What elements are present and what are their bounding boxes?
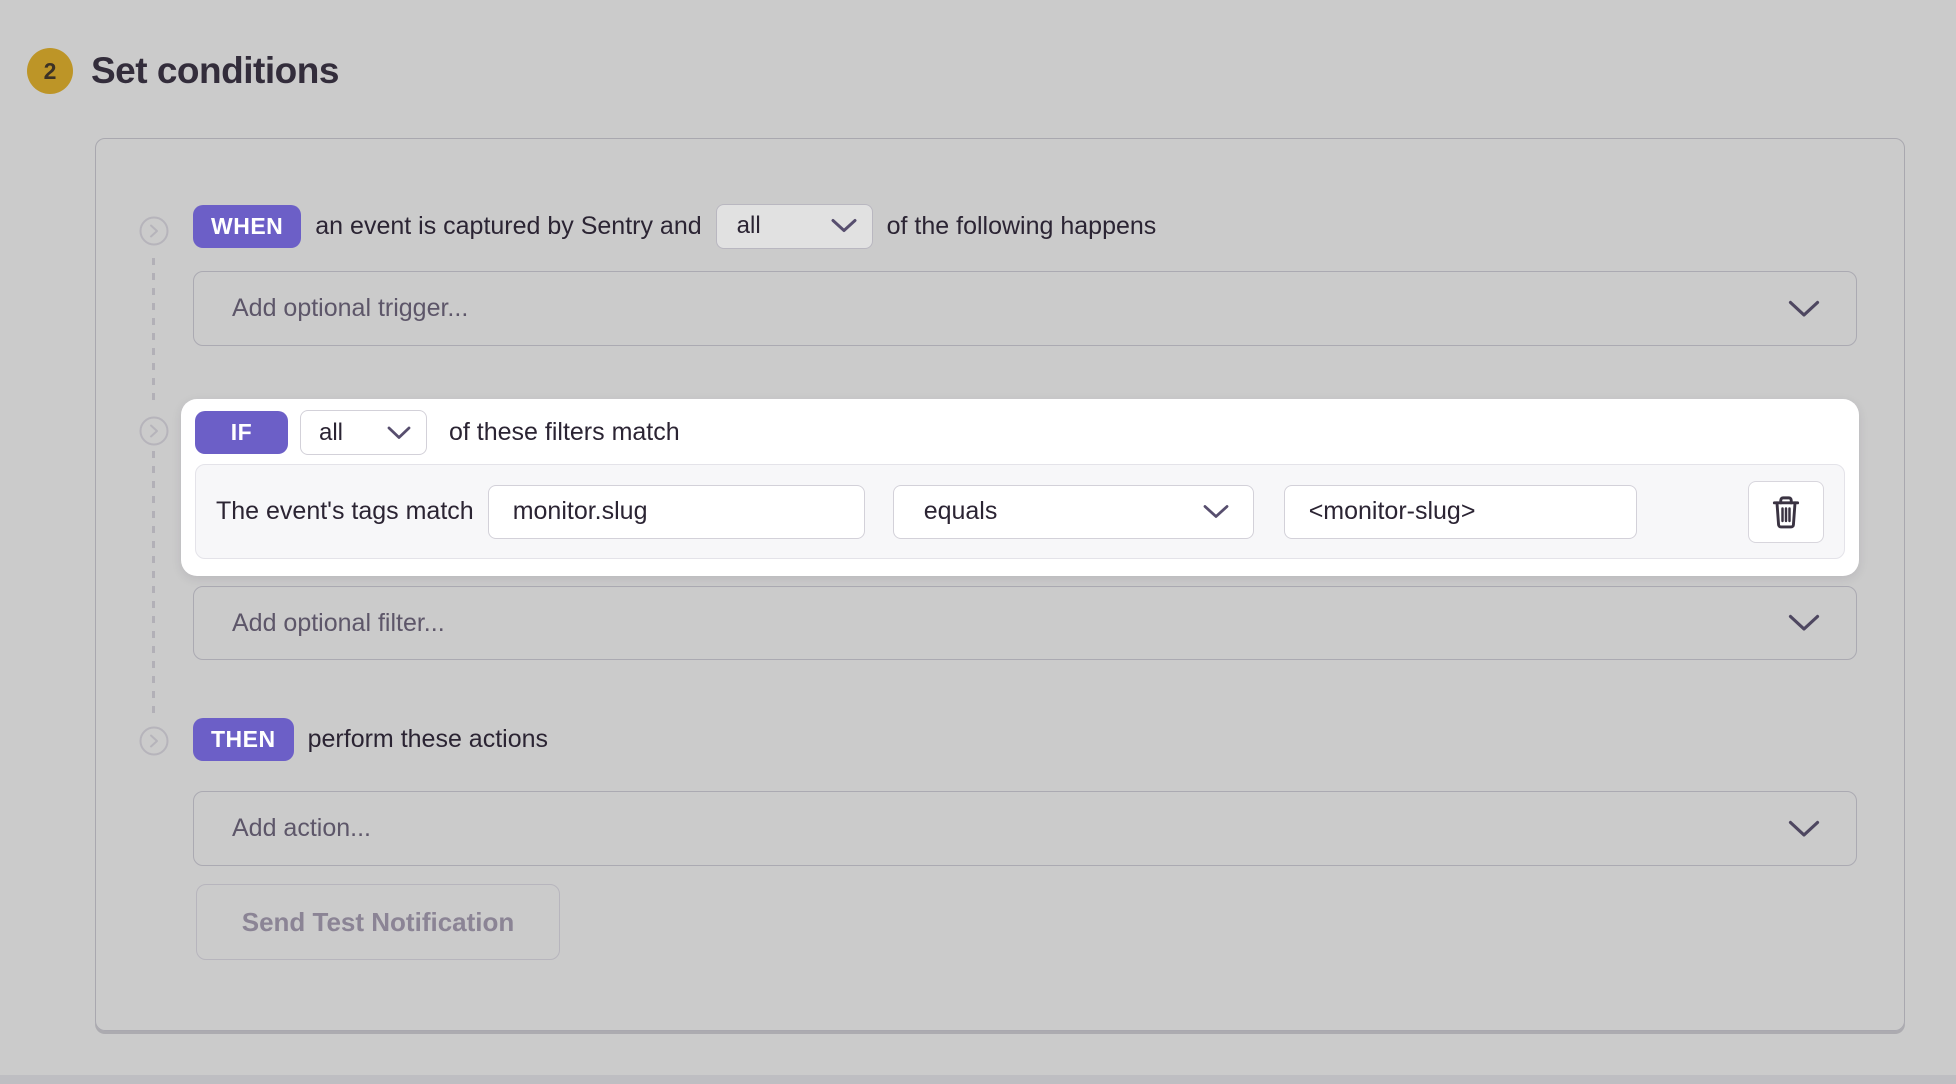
chevron-down-icon — [1788, 300, 1820, 318]
when-match-select[interactable]: all — [716, 204, 873, 249]
bottom-edge-strip — [0, 1075, 1956, 1084]
chevron-down-icon — [387, 426, 411, 440]
tag-key-input[interactable] — [488, 485, 865, 539]
add-filter-select[interactable]: Add optional filter... — [193, 586, 1857, 660]
chevron-down-icon — [831, 219, 857, 234]
when-badge: WHEN — [193, 205, 301, 248]
add-action-select[interactable]: Add action... — [193, 791, 1857, 866]
when-text-before: an event is captured by Sentry and — [315, 212, 701, 241]
if-step-card: IF all of these filters match The event'… — [181, 399, 1859, 576]
step-connector-line — [152, 451, 155, 717]
filter-label: The event's tags match — [216, 497, 474, 526]
chevron-right-circle-icon — [139, 216, 169, 246]
add-trigger-select[interactable]: Add optional trigger... — [193, 271, 1857, 346]
tag-value-input[interactable] — [1284, 485, 1637, 539]
if-text-after: of these filters match — [449, 418, 680, 447]
when-step-row: WHEN an event is captured by Sentry and … — [193, 203, 1156, 249]
send-test-notification-button[interactable]: Send Test Notification — [196, 884, 560, 960]
then-step-row: THEN perform these actions — [193, 716, 548, 762]
step-connector-line — [152, 258, 155, 404]
if-match-select[interactable]: all — [300, 410, 427, 455]
add-filter-select-placeholder: Add optional filter... — [232, 609, 445, 638]
step-number-badge: 2 — [27, 48, 73, 94]
operator-select-value: equals — [924, 497, 998, 526]
filter-condition-row: The event's tags match equals — [195, 464, 1845, 559]
add-trigger-select-placeholder: Add optional trigger... — [232, 294, 468, 323]
if-step-row: IF all of these filters match — [195, 410, 680, 455]
then-text-after: perform these actions — [308, 725, 548, 754]
chevron-right-circle-icon — [139, 726, 169, 756]
if-badge: IF — [195, 411, 288, 454]
chevron-down-icon — [1788, 614, 1820, 632]
chevron-down-icon — [1788, 820, 1820, 838]
operator-select[interactable]: equals — [893, 485, 1254, 539]
page-title: Set conditions — [91, 50, 339, 92]
then-badge: THEN — [193, 718, 294, 761]
trash-icon — [1770, 494, 1802, 530]
when-text-after: of the following happens — [887, 212, 1157, 241]
conditions-panel: WHEN an event is captured by Sentry and … — [95, 138, 1905, 1031]
chevron-right-circle-icon — [139, 416, 169, 446]
page-header: 2 Set conditions — [27, 48, 339, 94]
chevron-down-icon — [1203, 504, 1229, 519]
delete-filter-button[interactable] — [1748, 481, 1824, 543]
if-match-select-value: all — [319, 419, 343, 447]
add-action-select-placeholder: Add action... — [232, 814, 371, 843]
when-match-select-value: all — [737, 212, 761, 240]
